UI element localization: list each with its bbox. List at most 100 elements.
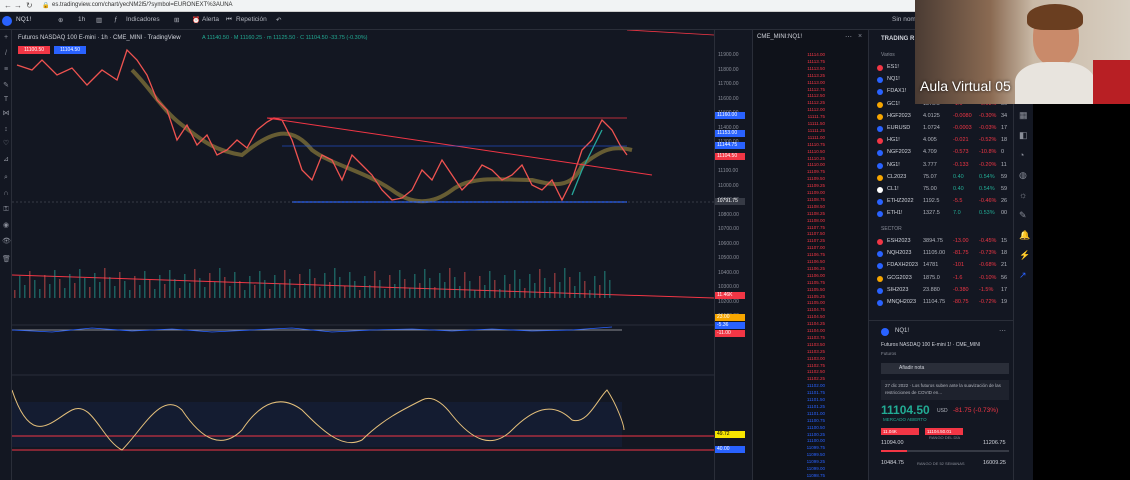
order-book-row[interactable]: 11099.50 [797,452,825,458]
more-icon[interactable]: ⋯ [845,33,852,41]
order-book-row[interactable]: 11112.25 [797,100,825,106]
indicators-button[interactable]: Indicadores [126,16,160,23]
trash-icon[interactable]: 🗑 [2,256,11,264]
order-book-row[interactable]: 11112.50 [797,93,825,99]
order-book-row[interactable]: 11098.75 [797,473,825,479]
hide-icon[interactable]: ◉ [2,222,10,230]
calendar-icon[interactable]: ▦ [1019,110,1028,121]
back-icon[interactable]: ← [4,1,12,10]
order-book-row[interactable]: 11112.75 [797,87,825,93]
order-book-row[interactable]: 11102.50 [797,369,825,375]
icons-icon[interactable]: ♡ [2,140,10,148]
watchlist-row[interactable]: ETH1! 1327.5 7.0 0.53% 00 [875,208,1010,219]
order-book-row[interactable]: 11105.25 [797,294,825,300]
url-bar[interactable]: es.tradingview.com/chart/yecNM2l5/?symbo… [52,2,233,10]
order-book-row[interactable]: 11105.50 [797,287,825,293]
order-book-row[interactable]: 11103.25 [797,349,825,355]
order-book-row[interactable]: 11099.75 [797,445,825,451]
order-book-row[interactable]: 11109.75 [797,169,825,175]
trendline-icon[interactable]: / [2,50,10,58]
order-book-row[interactable]: 11108.00 [797,218,825,224]
watchlist-row[interactable]: CL1! 75.00 0.40 0.54% 59 [875,184,1010,195]
close-icon[interactable]: × [858,33,862,40]
order-book-row[interactable]: 11111.50 [797,121,825,127]
tradingview-logo-icon[interactable] [2,16,12,26]
order-book-row[interactable]: 11104.50 [797,314,825,320]
order-book-row[interactable]: 11103.00 [797,356,825,362]
order-book-row[interactable]: 11108.75 [797,197,825,203]
more-icon[interactable]: ⋯ [999,327,1006,335]
order-book-row[interactable]: 11110.50 [797,149,825,155]
order-book-row[interactable]: 11101.00 [797,411,825,417]
bell-icon[interactable]: 🔔 [1019,230,1030,241]
order-book-panel[interactable]: CME_MINI:NQ1! ⋯ × 11114.00 11113.75 11113.… [752,30,868,480]
bulb-icon[interactable]: ☼ [1019,190,1027,200]
watchlist-row[interactable]: CL2023 75.07 0.40 0.54% 59 [875,172,1010,183]
order-book-row[interactable]: 11113.75 [797,59,825,65]
symbol-search-button[interactable]: NQ1! [16,16,31,23]
section-header[interactable]: Varios [881,52,895,58]
order-book-row[interactable]: 11101.25 [797,404,825,410]
order-book-row[interactable]: 11104.00 [797,328,825,334]
order-book-row[interactable]: 11107.00 [797,245,825,251]
watchlist-row[interactable]: MNQH2023 11104.75 -80.75 -0.72% 19 [875,297,1010,308]
order-book-row[interactable]: 11105.00 [797,300,825,306]
templates-icon[interactable]: ⊞ [174,16,179,24]
watchlist-row[interactable]: HG1! 4.005 -0.021 -0.52% 18 [875,135,1010,146]
order-book-row[interactable]: 11107.75 [797,225,825,231]
order-book-row[interactable]: 11107.25 [797,238,825,244]
brush-icon[interactable]: ✎ [2,82,10,90]
chip[interactable]: 11.04K [881,428,919,435]
layout-name-button[interactable]: Sin nom [892,16,916,23]
order-book-row[interactable]: 11110.00 [797,162,825,168]
order-book-row[interactable]: 11102.00 [797,383,825,389]
order-book-row[interactable]: 11107.50 [797,231,825,237]
order-book-row[interactable]: 11102.75 [797,363,825,369]
fib-icon[interactable]: ≡ [2,66,10,74]
order-book-row[interactable]: 11099.25 [797,459,825,465]
trading-panel-icon[interactable]: ↗ [1019,270,1027,281]
crosshair-icon[interactable]: + [2,34,10,42]
watchlist-title[interactable]: TRADING R [881,36,914,42]
order-book-row[interactable]: 11103.50 [797,342,825,348]
lock-drawing-icon[interactable]: ⚿ [2,206,10,214]
order-book-row[interactable]: 11108.50 [797,204,825,210]
order-book-row[interactable]: 11105.75 [797,280,825,286]
chart-type-icon[interactable]: ▥ [96,16,102,24]
watchlist-row[interactable]: NQH2023 11105.00 -81.75 -0.73% 18 [875,248,1010,259]
order-book-row[interactable]: 11100.75 [797,418,825,424]
order-book-row[interactable]: 11109.50 [797,176,825,182]
replay-button[interactable]: Repetición [236,16,267,23]
detail-symbol[interactable]: NQ1! [895,328,909,334]
order-book-row[interactable]: 11110.25 [797,156,825,162]
order-book-row[interactable]: 11109.25 [797,183,825,189]
prediction-icon[interactable]: ↕ [2,126,10,134]
order-book-row[interactable]: 11113.00 [797,80,825,86]
watchlist-row[interactable]: NGF2023 4.709 -0.573 -10.8% 0 [875,147,1010,158]
interval-button[interactable]: 1h [78,16,85,23]
order-book-row[interactable]: 11111.00 [797,135,825,141]
price-axis[interactable]: 11900.0011800.0011700.0011600.0011500.00… [714,30,752,480]
alert-button[interactable]: Alerta [202,16,219,23]
order-book-row[interactable]: 11100.50 [797,425,825,431]
order-book-row[interactable]: 11099.00 [797,466,825,472]
watchlist-row[interactable]: SIH2023 23.880 -0.380 -1.5% 17 [875,285,1010,296]
text-icon[interactable]: T [2,96,10,104]
watchlist-row[interactable]: GCG2023 1875.0 -1.6 -0.10% 56 [875,273,1010,284]
watchlist-row[interactable]: HGF2023 4.0125 -0.0080 -0.30% 34 [875,111,1010,122]
ruler-icon[interactable]: ⊿ [2,156,10,164]
order-book-row[interactable]: 11106.75 [797,252,825,258]
watchlist-row[interactable]: FDAXH2023 14781 -101 -0.68% 21 [875,260,1010,271]
order-book-row[interactable]: 11113.25 [797,73,825,79]
order-book-row[interactable]: 11101.50 [797,397,825,403]
forward-icon[interactable]: → [14,1,22,10]
order-book-row[interactable]: 11100.00 [797,438,825,444]
order-book-row[interactable]: 11106.00 [797,273,825,279]
add-note-button[interactable]: Afiadir nota [881,363,1009,374]
chat-icon[interactable]: ◧ [1019,130,1028,141]
pattern-icon[interactable]: ⋈ [2,110,10,118]
alerts-icon[interactable]: ◍ [1019,170,1027,181]
order-book-row[interactable]: 11113.50 [797,66,825,72]
order-book-row[interactable]: 11114.00 [797,52,825,58]
ideas-icon[interactable]: ◔ [1019,150,1024,160]
